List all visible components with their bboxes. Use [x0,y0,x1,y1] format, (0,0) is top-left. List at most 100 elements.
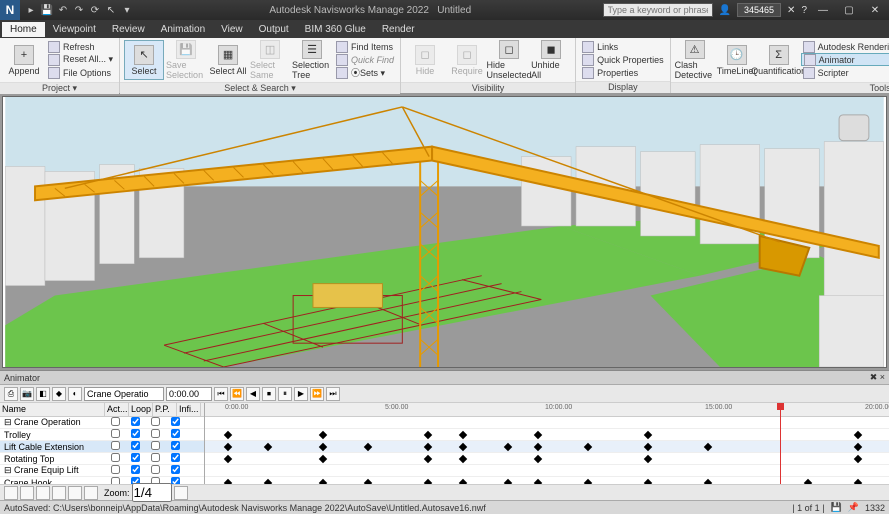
scripter-button[interactable]: Scripter [801,66,889,79]
append-button[interactable]: +Append [4,40,44,80]
timeline-track[interactable] [205,441,889,453]
qat-undo-icon[interactable]: ↶ [56,3,70,17]
time-ruler[interactable]: 0:00.005:00.0010:00.0015:00.0020:00.00 [205,403,889,417]
tab-review[interactable]: Review [104,22,153,37]
timeline-track[interactable] [205,477,889,484]
keyframe[interactable] [424,455,432,463]
save-selection-button[interactable]: 💾Save Selection [166,40,206,80]
qat-save-icon[interactable]: 💾 [40,3,54,17]
infinite-checkbox[interactable] [171,429,180,438]
infinite-checkbox[interactable] [171,441,180,450]
keyframe[interactable] [264,479,272,484]
pp-checkbox[interactable] [151,465,160,474]
qat-open-icon[interactable]: ▸ [24,3,38,17]
require-button[interactable]: ◻Require [447,40,487,80]
anim-row[interactable]: Lift Cable Extension [0,441,204,453]
loop-checkbox[interactable] [131,453,140,462]
timeline-track[interactable] [205,453,889,465]
active-checkbox[interactable] [111,465,120,474]
active-checkbox[interactable] [111,417,120,426]
exchange-icon[interactable]: ✕ [787,5,795,16]
anim-key-icon[interactable]: ◆ [52,387,66,401]
keyframe[interactable] [504,443,512,451]
keyframe[interactable] [534,455,542,463]
pp-checkbox[interactable] [151,441,160,450]
tab-bim-360-glue[interactable]: BIM 360 Glue [297,22,374,37]
keyframe[interactable] [424,479,432,484]
select-same-button[interactable]: ◫Select Same [250,40,290,80]
hide-button[interactable]: ◻Hide [405,40,445,80]
help-icon[interactable]: ? [801,5,807,16]
f-rec-icon[interactable] [20,486,34,500]
selection-tree-button[interactable]: ☰Selection Tree [292,40,332,80]
infinite-checkbox[interactable] [171,465,180,474]
f-up-icon[interactable] [52,486,66,500]
keyframe[interactable] [644,479,652,484]
qat-redo-icon[interactable]: ↷ [72,3,86,17]
keyframe[interactable] [459,443,467,451]
keyframe[interactable] [319,479,327,484]
reset-all--button[interactable]: Reset All... ▾ [46,53,115,66]
loop-checkbox[interactable] [131,417,140,426]
timeline-track[interactable] [205,429,889,441]
qat-select-icon[interactable]: ↖ [104,3,118,17]
tab-home[interactable]: Home [2,22,45,37]
active-checkbox[interactable] [111,453,120,462]
animator-tree[interactable]: Name Act... Loop P.P. Infi... ⊟ Crane Op… [0,403,205,484]
pin-icon[interactable]: 📌 [848,502,859,513]
quantification-button[interactable]: ΣQuantification [759,40,799,80]
f-down-icon[interactable] [68,486,82,500]
tab-output[interactable]: Output [251,22,297,37]
autodesk-rendering-button[interactable]: Autodesk Rendering [801,40,889,53]
keyframe[interactable] [644,455,652,463]
close-button[interactable]: ✕ [865,5,885,16]
to-end-icon[interactable]: ⏭ [326,387,340,401]
anim-add-scene-icon[interactable]: ⎙ [4,387,18,401]
keyframe[interactable] [504,479,512,484]
keyframe[interactable] [534,479,542,484]
clash-detective-button[interactable]: ⚠Clash Detective [675,40,715,80]
active-checkbox[interactable] [111,441,120,450]
playhead[interactable] [780,403,781,484]
keyframe[interactable] [264,443,272,451]
disk-icon[interactable]: 💾 [831,502,842,513]
anim-camera-icon[interactable]: 📷 [20,387,34,401]
refresh-button[interactable]: Refresh [46,40,115,53]
tab-view[interactable]: View [213,22,251,37]
pp-checkbox[interactable] [151,429,160,438]
anim-row[interactable]: Crane Hook [0,477,204,484]
keyframe[interactable] [644,431,652,439]
f-add-icon[interactable] [4,486,18,500]
keyframe[interactable] [459,479,467,484]
animator-titlebar[interactable]: Animator ✖ × [0,371,889,385]
quick-find-button[interactable]: Quick Find [334,53,396,66]
loop-checkbox[interactable] [131,465,140,474]
f-del-icon[interactable] [36,486,50,500]
keyframe[interactable] [804,479,812,484]
keyframe[interactable] [704,479,712,484]
select-button[interactable]: ↖Select [124,40,164,80]
3d-viewport[interactable] [0,94,889,370]
links-button[interactable]: Links [580,40,666,53]
timeline-track[interactable] [205,465,889,477]
active-checkbox[interactable] [111,477,120,484]
infinite-checkbox[interactable] [171,417,180,426]
keyframe[interactable] [224,455,232,463]
keyframe[interactable] [644,443,652,451]
unhide-all-button[interactable]: ◼Unhide All [531,40,571,80]
panel-close-icon[interactable]: ✖ × [870,372,885,383]
user-id[interactable]: 345465 [737,3,781,17]
anim-toggle-icon[interactable]: ◐ [68,387,82,401]
scene-name-input[interactable] [84,387,164,401]
hide-unselected-button[interactable]: ◻Hide Unselected [489,40,529,80]
keyframe[interactable] [584,443,592,451]
keyframe[interactable] [459,431,467,439]
active-checkbox[interactable] [111,429,120,438]
properties-button[interactable]: Properties [580,66,666,79]
keyframe[interactable] [224,443,232,451]
anim-snap-icon[interactable]: ◧ [36,387,50,401]
pp-checkbox[interactable] [151,453,160,462]
infinite-checkbox[interactable] [171,477,180,484]
app-logo[interactable]: N [0,0,20,20]
animator-button[interactable]: Animator [801,53,889,66]
